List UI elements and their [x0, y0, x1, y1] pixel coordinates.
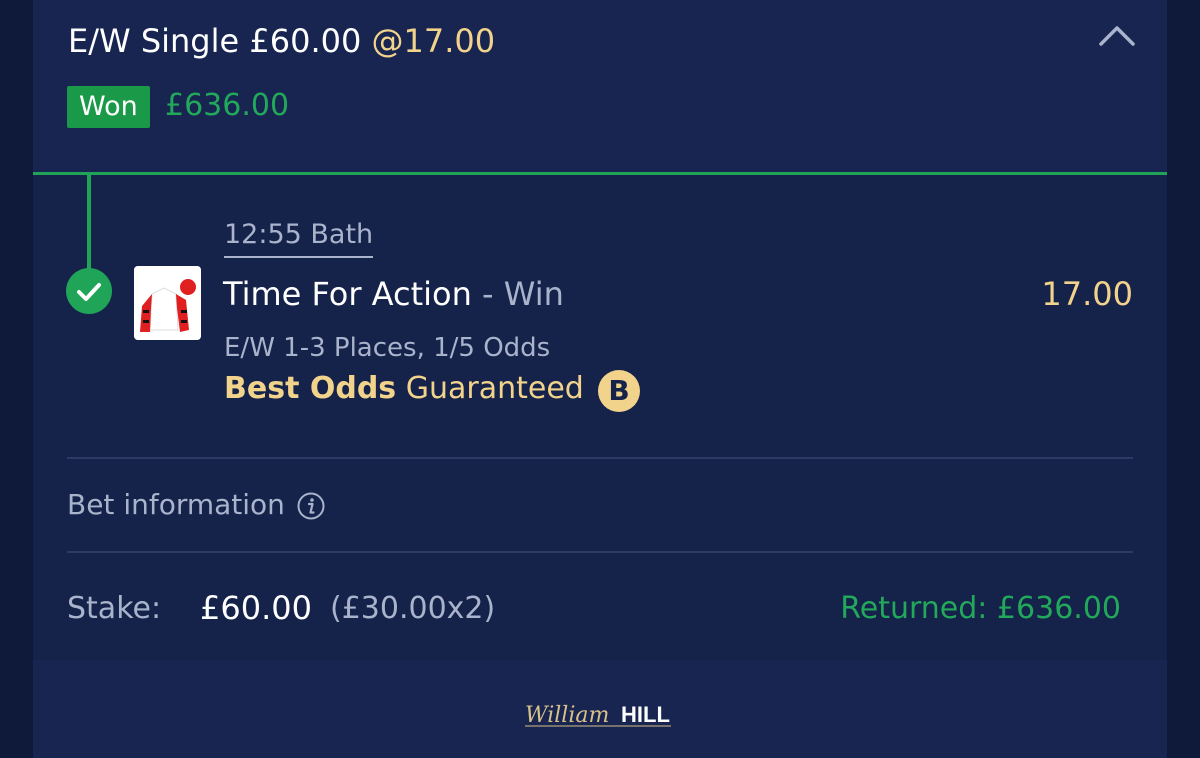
- stake-split: (£30.00x2): [330, 591, 496, 626]
- best-odds-guaranteed: Best Odds Guaranteed: [224, 371, 584, 406]
- returned-amount: Returned: £636.00: [840, 591, 1121, 626]
- best-odds-bold: Best Odds: [224, 371, 397, 406]
- divider: [67, 457, 1133, 459]
- jockey-silks-icon: [134, 266, 201, 340]
- bet-header[interactable]: E/W Single £60.00 @17.00 Won £636.00: [33, 0, 1167, 173]
- check-icon: [66, 268, 112, 314]
- best-odds-rest: Guaranteed: [405, 371, 584, 406]
- william-hill-logo: William HILL: [525, 702, 671, 728]
- bet-type: E/W Single £60.00: [68, 22, 362, 60]
- best-odds-b-icon: B: [598, 370, 640, 412]
- bet-title: E/W Single £60.00 @17.00: [68, 22, 495, 60]
- market-name: Win: [503, 275, 564, 313]
- each-way-terms: E/W 1-3 Places, 1/5 Odds: [224, 333, 551, 363]
- runner-line: Time For Action - Win: [223, 275, 564, 313]
- footer: William HILL: [33, 660, 1167, 758]
- stake-amount: £60.00: [200, 589, 312, 627]
- timeline-line: [87, 175, 91, 275]
- selection-price: 17.00: [1041, 275, 1133, 313]
- won-amount: £636.00: [165, 88, 290, 123]
- race-time-link[interactable]: 12:55 Bath: [224, 219, 374, 258]
- logo-bold: HILL: [621, 702, 670, 727]
- chevron-up-icon[interactable]: [1097, 22, 1137, 48]
- bet-odds: @17.00: [371, 22, 496, 60]
- runner-dash: -: [482, 275, 494, 313]
- divider: [67, 551, 1133, 553]
- runner-name: Time For Action: [223, 275, 472, 313]
- info-icon[interactable]: [296, 491, 326, 521]
- bet-information-link[interactable]: Bet information: [67, 488, 285, 521]
- logo-script: William: [525, 703, 609, 728]
- stake-label: Stake:: [67, 591, 162, 626]
- selection-panel: 12:55 Bath Time For Action - Win 17.00 E…: [33, 175, 1167, 660]
- status-badge: Won: [67, 86, 150, 128]
- bet-card: E/W Single £60.00 @17.00 Won £636.00 12:…: [33, 0, 1167, 758]
